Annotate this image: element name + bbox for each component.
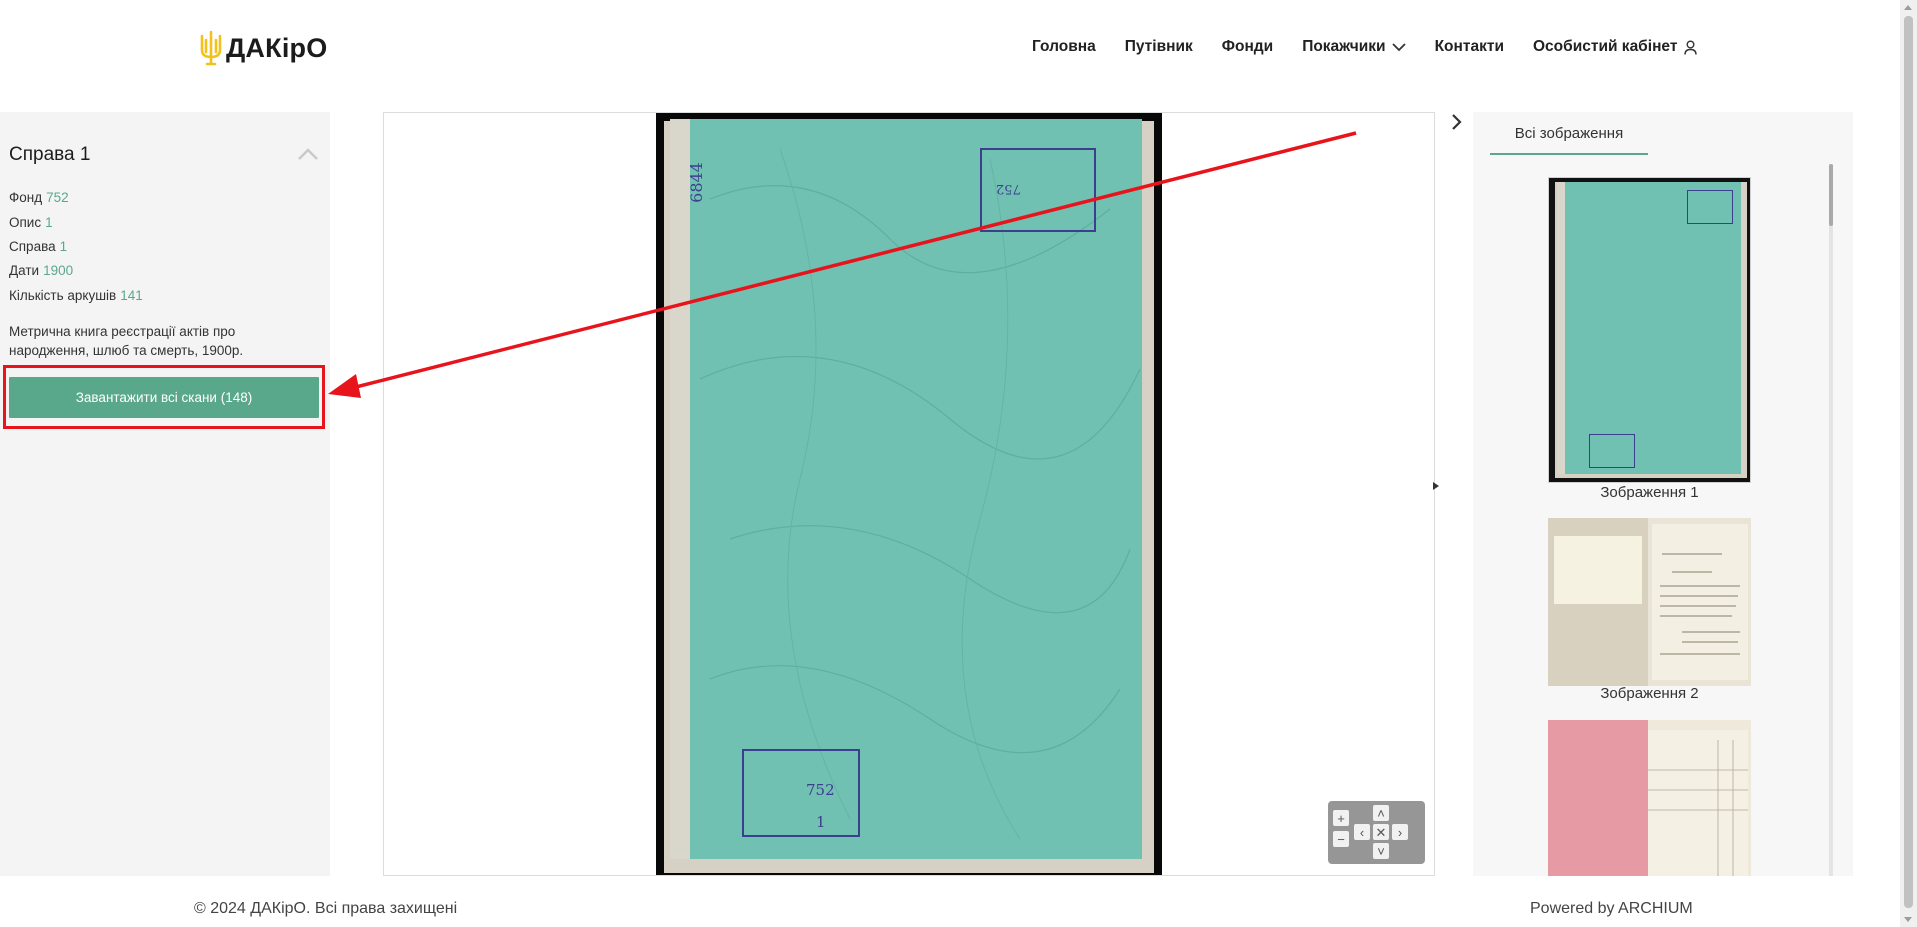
meta-sprava: Справа 1 xyxy=(9,239,67,254)
spine-number: 6844 xyxy=(686,162,706,203)
meta-label: Справа xyxy=(9,239,56,254)
site-logo[interactable]: ДАКірО xyxy=(198,30,327,66)
meta-opys: Опис 1 xyxy=(9,215,53,230)
thumbnail-3[interactable] xyxy=(1548,720,1751,876)
stamp-bottom xyxy=(742,749,860,837)
meta-value: 1 xyxy=(59,239,68,254)
zoom-out-button[interactable]: − xyxy=(1333,831,1349,847)
scan-image: 752 752 1 6844 xyxy=(656,113,1162,875)
nav-fonds-label: Фонди xyxy=(1221,38,1274,55)
nav-guide-label: Путівник xyxy=(1124,38,1193,55)
user-icon xyxy=(1684,40,1698,55)
nav-indexes-label: Покажчики xyxy=(1302,38,1386,55)
nav-account-label: Особистий кабінет xyxy=(1532,38,1678,55)
thumb-handwriting xyxy=(1660,553,1740,655)
stamp-bottom-number: 752 xyxy=(806,781,835,799)
case-title: Справа 1 xyxy=(9,144,91,165)
nav-home-label: Головна xyxy=(1032,38,1096,55)
tab-all-images-label: Всі зображення xyxy=(1514,125,1624,142)
nav-contacts-label: Контакти xyxy=(1434,38,1504,55)
thumbnail-1-label: Зображення 1 xyxy=(1600,484,1699,501)
meta-sheets: Кількість аркушів 141 xyxy=(9,288,143,303)
image-viewer[interactable]: 752 752 1 6844 xyxy=(383,112,1435,876)
thumbnail-2[interactable] xyxy=(1548,518,1751,686)
thumb-ledger-lines xyxy=(1648,740,1748,876)
zoom-in-button[interactable]: + xyxy=(1333,810,1349,826)
thumbnail-scroll-track[interactable] xyxy=(1829,164,1833,876)
logo-text: ДАКірО xyxy=(226,32,328,63)
footer-powered-by[interactable]: Powered by ARCHIUM xyxy=(1530,900,1693,918)
scroll-down-icon[interactable] xyxy=(1904,917,1912,922)
window-scroll-thumb[interactable] xyxy=(1904,16,1913,908)
chevron-up-icon[interactable] xyxy=(298,148,318,160)
meta-fond: Фонд 752 xyxy=(9,190,69,205)
thumbnail-1[interactable] xyxy=(1548,177,1751,483)
nav-account[interactable]: Особистий кабінет xyxy=(1532,38,1698,56)
chevron-right-icon[interactable] xyxy=(1451,113,1463,131)
chevron-down-icon xyxy=(1391,42,1406,51)
download-all-scans-button[interactable]: Завантажити всі скани (148) xyxy=(9,377,319,418)
caret-right-icon[interactable] xyxy=(1433,482,1439,490)
thumb-stamp-bottom xyxy=(1589,434,1635,468)
meta-label: Фонд xyxy=(9,190,43,205)
pan-left-button[interactable]: ‹ xyxy=(1354,824,1370,840)
meta-value: 752 xyxy=(46,190,69,205)
thumb-cover xyxy=(1557,182,1741,474)
site-header: ДАКірО Головна Путівник Фонди Покажчики … xyxy=(0,0,1900,100)
meta-value: 1 xyxy=(45,215,53,230)
meta-value: 1900 xyxy=(43,263,74,278)
main-nav: Головна Путівник Фонди Покажчики Контакт… xyxy=(1032,38,1726,56)
meta-label: Кількість аркушів xyxy=(9,288,117,303)
viewer-navigation-control: + − ˄ ‹ ✕ › ˅ xyxy=(1328,801,1425,864)
meta-value: 141 xyxy=(120,288,143,303)
thumbnail-2-label: Зображення 2 xyxy=(1600,685,1699,702)
meta-label: Опис xyxy=(9,215,42,230)
stamp-bottom-sub: 1 xyxy=(816,813,826,831)
window-scrollbar[interactable] xyxy=(1900,0,1917,927)
stamp-top-number: 752 xyxy=(996,181,1021,196)
thumbnail-scroll-thumb[interactable] xyxy=(1829,164,1833,226)
nav-contacts[interactable]: Контакти xyxy=(1435,38,1504,56)
case-description: Метрична книга реєстрації актів про наро… xyxy=(9,324,244,358)
reset-view-button[interactable]: ✕ xyxy=(1373,824,1389,840)
thumb-ledger-page xyxy=(1648,730,1748,876)
footer-copyright: © 2024 ДАКірО. Всі права захищені xyxy=(194,900,458,917)
meta-dates: Дати 1900 xyxy=(9,263,73,278)
pan-up-button[interactable]: ˄ xyxy=(1373,805,1389,821)
nav-indexes[interactable]: Покажчики xyxy=(1302,38,1406,56)
pan-right-button[interactable]: › xyxy=(1392,824,1408,840)
thumb-stamp-top xyxy=(1687,190,1733,224)
nav-fonds[interactable]: Фонди xyxy=(1222,38,1273,56)
meta-label: Дати xyxy=(9,263,40,278)
nav-home[interactable]: Головна xyxy=(1032,38,1096,56)
nav-guide[interactable]: Путівник xyxy=(1125,38,1193,56)
tab-all-images[interactable]: Всі зображення xyxy=(1490,125,1648,155)
thumb-pink-page xyxy=(1548,720,1648,876)
thumb-note-paper xyxy=(1554,536,1642,604)
annotation-arrow-head xyxy=(328,374,361,398)
pan-down-button[interactable]: ˅ xyxy=(1373,843,1389,859)
scroll-up-icon[interactable] xyxy=(1904,5,1912,10)
trident-icon xyxy=(200,30,222,66)
thumb-right-page xyxy=(1652,524,1748,680)
